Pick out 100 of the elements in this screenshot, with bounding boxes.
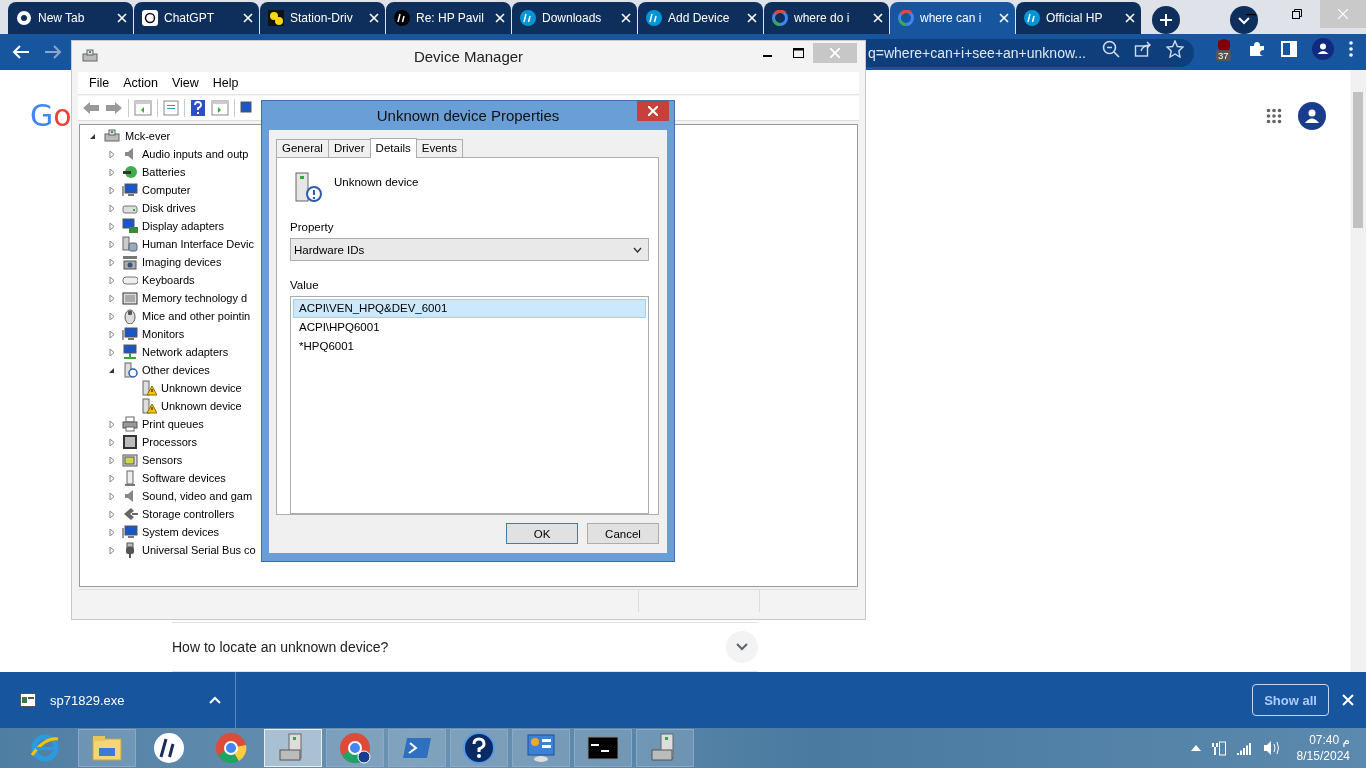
collapsed-arrow-icon[interactable] [108,311,115,321]
menu-item[interactable]: View [164,76,206,90]
list-item[interactable]: ACPI\VEN_HPQ&DEV_6001 [293,299,646,318]
menu-item[interactable]: Help [205,76,246,90]
caret-up-icon[interactable] [1190,745,1201,751]
tree-item[interactable]: Human Interface Devic [142,238,254,250]
close-icon[interactable] [621,13,631,23]
new-tab-icon[interactable] [1152,6,1180,34]
tree-item[interactable]: Display adapters [142,220,224,232]
close-icon[interactable] [495,13,505,23]
star-icon[interactable] [1166,40,1184,58]
tree-item[interactable]: Audio inputs and outp [142,148,249,160]
close-icon[interactable] [1342,694,1354,706]
collapsed-arrow-icon[interactable] [108,509,115,519]
collapsed-arrow-icon[interactable] [108,347,115,357]
monitor-icon[interactable] [240,100,252,116]
tree-item[interactable]: Sensors [142,454,183,466]
close-icon[interactable] [117,13,127,23]
collapsed-arrow-icon[interactable] [108,257,115,267]
tree-item[interactable]: Mck-ever [125,130,171,142]
property-dropdown[interactable]: Hardware IDs [290,238,649,261]
share-icon[interactable] [1134,40,1152,58]
avatar[interactable] [1298,102,1326,130]
collapsed-arrow-icon[interactable] [108,221,115,231]
dialog-button[interactable]: Cancel [587,523,659,544]
browser-tab[interactable]: Downloads [512,2,637,34]
tree-item[interactable]: Monitors [142,328,185,340]
extension-button[interactable]: 37 [1214,38,1234,60]
scrollbar[interactable] [1350,70,1366,672]
dialog-tab[interactable]: Events [415,139,463,158]
caret-up-icon[interactable] [209,696,221,704]
taskbar-button[interactable] [326,729,384,767]
collapsed-arrow-icon[interactable] [108,437,115,447]
close-button[interactable] [637,101,669,121]
collapsed-arrow-icon[interactable] [108,455,115,465]
maximize-icon[interactable] [792,48,804,58]
show-all-button[interactable]: Show all [1252,684,1329,716]
browser-tab[interactable]: Station-Driv [260,2,385,34]
forward-icon[interactable] [44,44,62,60]
tree-item[interactable]: Processors [142,436,198,448]
browser-tab[interactable]: Official HP [1016,2,1141,34]
tree-item[interactable]: System devices [142,526,220,538]
menu-item[interactable]: Action [116,76,165,90]
close-icon[interactable] [873,13,883,23]
puzzle-icon[interactable] [1248,40,1266,58]
dialog-button[interactable]: OK [506,523,578,544]
collapsed-arrow-icon[interactable] [108,239,115,249]
browser-tab[interactable]: where do i [764,2,889,34]
signal-icon[interactable] [1236,741,1253,755]
close-icon[interactable] [243,13,253,23]
collapsed-arrow-icon[interactable] [108,419,115,429]
collapsed-arrow-icon[interactable] [108,545,115,555]
menu-icon[interactable] [1348,40,1354,58]
close-icon[interactable] [369,13,379,23]
tree-item[interactable]: Print queues [142,418,204,430]
tree-item[interactable]: Storage controllers [142,508,235,520]
tree-item[interactable]: Keyboards [142,274,195,286]
properties-icon[interactable] [163,100,179,116]
collapsed-arrow-icon[interactable] [108,185,115,195]
tree-item[interactable]: Batteries [142,166,186,178]
browser-tab[interactable]: where can i [890,2,1015,34]
tree-item[interactable]: Unknown device [161,382,242,394]
zoom-out-icon[interactable] [1102,40,1120,58]
close-icon[interactable] [999,13,1009,23]
tree-item[interactable]: Memory technology d [142,292,248,304]
back-icon[interactable] [12,44,30,60]
collapsed-arrow-icon[interactable] [108,329,115,339]
list-item[interactable]: ACPI\HPQ6001 [293,318,646,337]
apps-grid-icon[interactable] [1266,108,1282,124]
close-icon[interactable] [1125,13,1135,23]
collapsed-arrow-icon[interactable] [108,491,115,501]
tree-item[interactable]: Universal Serial Bus co [142,544,256,556]
expanded-arrow-icon[interactable] [108,366,115,374]
collapsed-arrow-icon[interactable] [108,275,115,285]
side-panel-icon[interactable] [1280,40,1298,58]
help-icon[interactable] [190,99,206,117]
address-bar[interactable]: q=where+can+i+see+an+unknow... [866,39,1194,67]
power-icon[interactable] [1210,740,1227,756]
browser-tab[interactable]: New Tab [8,2,133,34]
browser-tab[interactable]: ChatGPT [134,2,259,34]
avatar-icon[interactable] [1312,38,1334,60]
tab-search-icon[interactable] [1230,6,1258,34]
browser-tab[interactable]: Add Device [638,2,763,34]
restore-icon[interactable] [1292,9,1302,19]
menu-item[interactable]: File [82,76,117,90]
collapsed-arrow-icon[interactable] [108,473,115,483]
tree-item[interactable]: Mice and other pointin [142,310,251,322]
close-icon[interactable] [747,13,757,23]
tree-item[interactable]: Disk drives [142,202,196,214]
tree-item[interactable]: Unknown device [161,400,242,412]
action-pane-icon[interactable] [211,100,229,116]
taskbar-button[interactable] [450,729,508,767]
expanded-arrow-icon[interactable] [89,132,96,140]
tree-item[interactable]: Imaging devices [142,256,222,268]
forward-icon[interactable] [105,101,123,115]
collapsed-arrow-icon[interactable] [108,203,115,213]
taskbar-button[interactable] [574,729,632,767]
tree-item[interactable]: Sound, video and gam [142,490,253,502]
volume-icon[interactable] [1262,740,1281,756]
expand-button[interactable] [726,631,758,663]
